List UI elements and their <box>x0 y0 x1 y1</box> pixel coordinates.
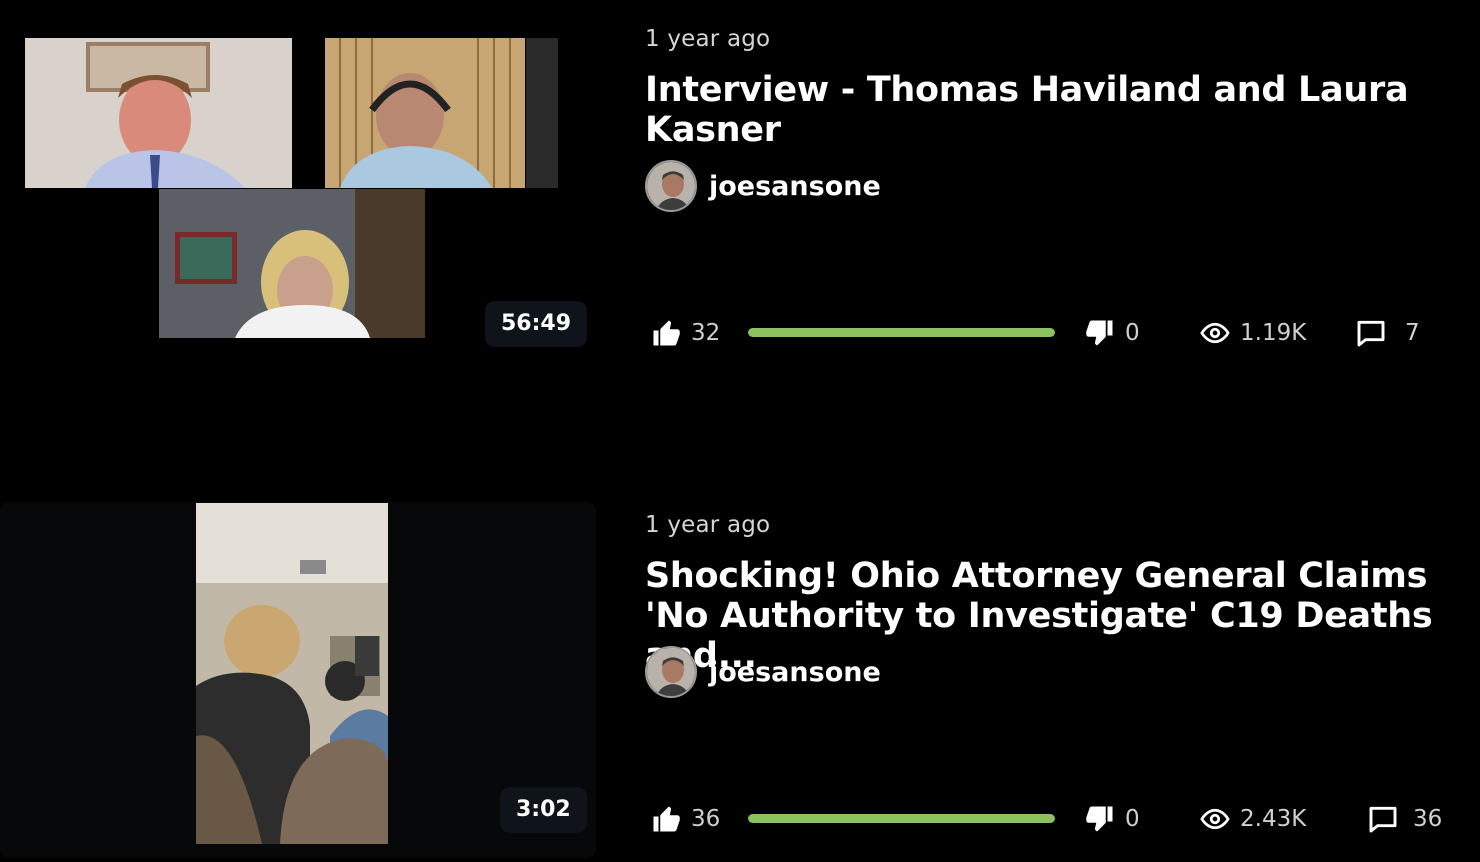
avatar-image <box>647 648 695 696</box>
eye-icon <box>1200 322 1230 344</box>
video-thumbnail[interactable]: 56:49 <box>0 0 600 420</box>
channel-link[interactable]: joesansone <box>645 158 881 214</box>
channel-link[interactable]: joesansone <box>645 644 881 700</box>
view-count: 2.43K <box>1240 806 1307 832</box>
video-card[interactable]: 56:49 1 year ago Interview - Thomas Havi… <box>0 0 1480 420</box>
thumbs-up-icon <box>653 320 680 346</box>
views-stat: 1.19K <box>1200 313 1306 353</box>
video-thumbnail[interactable]: 3:02 <box>0 486 600 862</box>
like-button[interactable]: 36 <box>651 799 720 839</box>
like-ratio-bar <box>748 814 1055 823</box>
like-ratio-bar <box>748 328 1055 337</box>
dislike-count: 0 <box>1125 806 1140 832</box>
video-title[interactable]: Interview - Thomas Haviland and Laura Ka… <box>645 70 1475 150</box>
channel-name[interactable]: joesansone <box>709 171 881 202</box>
duration-badge: 3:02 <box>500 787 587 833</box>
comments-button[interactable]: 7 <box>1355 313 1420 353</box>
avatar[interactable] <box>645 160 697 212</box>
eye-icon <box>1200 808 1230 830</box>
thumbs-down-icon <box>1086 806 1113 832</box>
video-stats: 32 0 1.19K 7 <box>645 313 1475 353</box>
thumbs-up-icon <box>653 806 680 832</box>
like-button[interactable]: 32 <box>651 313 720 353</box>
upload-age: 1 year ago <box>645 512 771 538</box>
avatar[interactable] <box>645 646 697 698</box>
view-count: 1.19K <box>1240 320 1307 346</box>
like-ratio-fill <box>748 814 1055 823</box>
dislike-count: 0 <box>1125 320 1140 346</box>
video-stats: 36 0 2.43K 36 <box>645 799 1475 839</box>
upload-age: 1 year ago <box>645 26 771 52</box>
avatar-image <box>647 162 695 210</box>
dislike-button[interactable]: 0 <box>1085 799 1140 839</box>
duration-badge: 56:49 <box>485 301 588 347</box>
like-count: 36 <box>691 806 721 832</box>
like-count: 32 <box>691 320 721 346</box>
comment-count: 7 <box>1405 320 1420 346</box>
comment-count: 36 <box>1413 806 1443 832</box>
channel-name[interactable]: joesansone <box>709 657 881 688</box>
like-ratio-fill <box>748 328 1055 337</box>
comment-icon <box>1369 806 1397 833</box>
thumbs-down-icon <box>1086 320 1113 346</box>
video-card[interactable]: 3:02 1 year ago Shocking! Ohio Attorney … <box>0 486 1480 862</box>
dislike-button[interactable]: 0 <box>1085 313 1140 353</box>
comment-icon <box>1357 320 1385 347</box>
comments-button[interactable]: 36 <box>1367 799 1442 839</box>
views-stat: 2.43K <box>1200 799 1306 839</box>
